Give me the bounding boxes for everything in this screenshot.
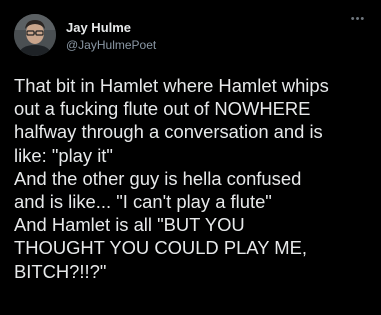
- display-name[interactable]: Jay Hulme: [66, 20, 131, 35]
- tweet-card: Jay Hulme @JayHulmePoet ••• That bit in …: [0, 0, 381, 315]
- tweet-text-line: BITCH?!!?": [14, 260, 107, 282]
- tweet-text-line: like: "play it": [14, 144, 113, 166]
- user-handle[interactable]: @JayHulmePoet: [66, 38, 156, 52]
- tweet-text-line: And Hamlet is all "BUT YOU: [14, 214, 245, 236]
- tweet-text-line: out a fucking flute out of NOWHERE: [14, 98, 311, 120]
- tweet-text-line: and is like... "I can't play a flute": [14, 191, 272, 213]
- tweet-text-line: THOUGHT YOU COULD PLAY ME,: [14, 237, 307, 259]
- tweet-text-line: That bit in Hamlet where Hamlet whips: [14, 75, 329, 96]
- tweet-text-line: And the other guy is hella confused: [14, 167, 302, 189]
- avatar-image: [14, 14, 56, 56]
- ellipsis-icon[interactable]: •••: [349, 14, 367, 25]
- avatar[interactable]: [14, 14, 56, 56]
- tweet-text: That bit in Hamlet where Hamlet whips ou…: [14, 74, 376, 283]
- tweet-text-line: halfway through a conversation and is: [14, 121, 323, 143]
